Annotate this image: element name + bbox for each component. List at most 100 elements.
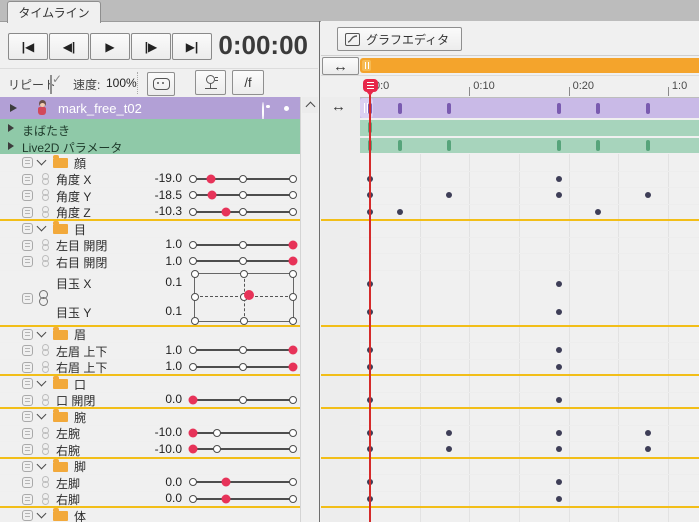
link-icon[interactable] — [41, 361, 49, 373]
xy-pad[interactable] — [194, 273, 294, 322]
keyframe-dot[interactable] — [446, 446, 452, 452]
anim-toggle-icon[interactable] — [22, 345, 33, 356]
keyframe-bar[interactable] — [646, 103, 650, 114]
link-icon[interactable] — [41, 344, 49, 356]
parameter-value[interactable]: -10.0 — [132, 425, 182, 439]
anim-toggle-icon[interactable] — [22, 223, 33, 234]
keyframe-bar[interactable] — [557, 103, 561, 114]
parameter-row[interactable]: 角度 Y-18.5 — [0, 187, 300, 205]
keyframe-dot[interactable] — [556, 347, 562, 353]
chevron-down-icon[interactable] — [37, 327, 47, 337]
folder-row[interactable]: 口 — [0, 375, 300, 393]
folder-row[interactable]: 腕 — [0, 408, 300, 426]
scroll-up-button[interactable] — [302, 97, 318, 113]
parameter-value[interactable]: -19.0 — [132, 171, 182, 185]
pad-handle[interactable] — [244, 290, 254, 300]
keyframe-dot[interactable] — [645, 192, 651, 198]
chevron-down-icon[interactable] — [37, 410, 47, 420]
link-icon[interactable] — [41, 394, 49, 406]
parameter-value[interactable]: 0.0 — [132, 475, 182, 489]
anim-toggle-icon[interactable] — [22, 362, 33, 373]
link-icon[interactable] — [41, 189, 49, 201]
link-icon[interactable] — [41, 173, 49, 185]
link-icon[interactable] — [38, 290, 49, 306]
group-track-lane[interactable] — [321, 119, 699, 137]
keyframe-dot[interactable] — [397, 209, 403, 215]
anim-toggle-icon[interactable] — [22, 207, 33, 218]
anim-toggle-icon[interactable] — [22, 411, 33, 422]
parameter-value[interactable]: 0.0 — [132, 491, 182, 505]
slider-handle[interactable] — [222, 478, 231, 487]
parameter-value[interactable]: -10.0 — [132, 442, 182, 456]
parameter-value[interactable]: 1.0 — [132, 359, 182, 373]
parameter-value[interactable]: 1.0 — [132, 254, 182, 268]
anim-toggle-icon[interactable] — [22, 378, 33, 389]
group-track-lane[interactable] — [321, 137, 699, 155]
slider-handle[interactable] — [289, 240, 298, 249]
slider-handle[interactable] — [207, 174, 216, 183]
parameter-value[interactable]: 1.0 — [132, 237, 182, 251]
link-icon[interactable] — [41, 427, 49, 439]
anim-toggle-icon[interactable] — [22, 240, 33, 251]
slider-handle[interactable] — [222, 207, 231, 216]
slider-handle[interactable] — [222, 494, 231, 503]
chevron-down-icon[interactable] — [37, 156, 47, 166]
keyframe-bar[interactable] — [447, 103, 451, 114]
anim-toggle-icon[interactable] — [22, 293, 33, 304]
parameter-row[interactable]: 左眉 上下1.0 — [0, 342, 300, 360]
slider-handle[interactable] — [289, 257, 298, 266]
keyframe-dot[interactable] — [645, 430, 651, 436]
link-icon[interactable] — [41, 493, 49, 505]
anim-toggle-icon[interactable] — [22, 461, 33, 472]
anim-toggle-icon[interactable] — [22, 174, 33, 185]
playhead-pin[interactable] — [363, 79, 378, 92]
keyframe-bar[interactable] — [646, 140, 650, 151]
keyframe-dot[interactable] — [446, 430, 452, 436]
slider-handle[interactable] — [289, 362, 298, 371]
keyframe-bar[interactable] — [596, 103, 600, 114]
keyframe-bar[interactable] — [557, 140, 561, 151]
folder-row[interactable]: 体 — [0, 507, 300, 522]
slider-handle[interactable] — [189, 445, 198, 454]
chevron-down-icon[interactable] — [37, 222, 47, 232]
keyframe-bar[interactable] — [398, 103, 402, 114]
parameter-value[interactable]: 0.0 — [132, 392, 182, 406]
anim-toggle-icon[interactable] — [22, 190, 33, 201]
slider-handle[interactable] — [289, 346, 298, 355]
keyframe-bar[interactable] — [398, 140, 402, 151]
keyframe-dot[interactable] — [645, 446, 651, 452]
anim-toggle-icon[interactable] — [22, 157, 33, 168]
anim-toggle-icon[interactable] — [22, 395, 33, 406]
parameter-value[interactable]: -10.3 — [132, 204, 182, 218]
keyframe-dot[interactable] — [556, 176, 562, 182]
link-icon[interactable] — [41, 443, 49, 455]
folder-row[interactable]: 脚 — [0, 458, 300, 476]
slider-handle[interactable] — [189, 395, 198, 404]
link-icon[interactable] — [41, 239, 49, 251]
keyframe-dot[interactable] — [556, 496, 562, 502]
keyframe-bar[interactable] — [447, 140, 451, 151]
parameter-row[interactable]: 左目 開閉1.0 — [0, 237, 300, 255]
keyframe-dot[interactable] — [556, 364, 562, 370]
keyframe-bar[interactable] — [596, 140, 600, 151]
parameter-row[interactable]: 左腕-10.0 — [0, 425, 300, 443]
vertical-scrollbar[interactable] — [300, 97, 319, 522]
model-track-lane[interactable]: ↔ — [321, 97, 699, 119]
anim-toggle-icon[interactable] — [22, 329, 33, 340]
link-icon[interactable] — [41, 255, 49, 267]
anim-toggle-icon[interactable] — [22, 494, 33, 505]
keyframe-dot[interactable] — [595, 209, 601, 215]
panel-splitter[interactable] — [319, 21, 321, 522]
chevron-down-icon[interactable] — [37, 377, 47, 387]
slider-handle[interactable] — [189, 428, 198, 437]
xy-pad-row[interactable]: 目玉 X0.1目玉 Y0.1 — [0, 270, 300, 327]
keyframe-dot[interactable] — [556, 309, 562, 315]
link-icon[interactable] — [41, 206, 49, 218]
slider-handle[interactable] — [208, 191, 217, 200]
parameter-value[interactable]: 0.1 — [132, 304, 182, 318]
parameter-row[interactable]: 右目 開閉1.0 — [0, 253, 300, 271]
folder-row[interactable]: 眉 — [0, 326, 300, 344]
parameter-value[interactable]: -18.5 — [132, 188, 182, 202]
keyframe-dot[interactable] — [556, 397, 562, 403]
parameter-value[interactable]: 0.1 — [132, 275, 182, 289]
